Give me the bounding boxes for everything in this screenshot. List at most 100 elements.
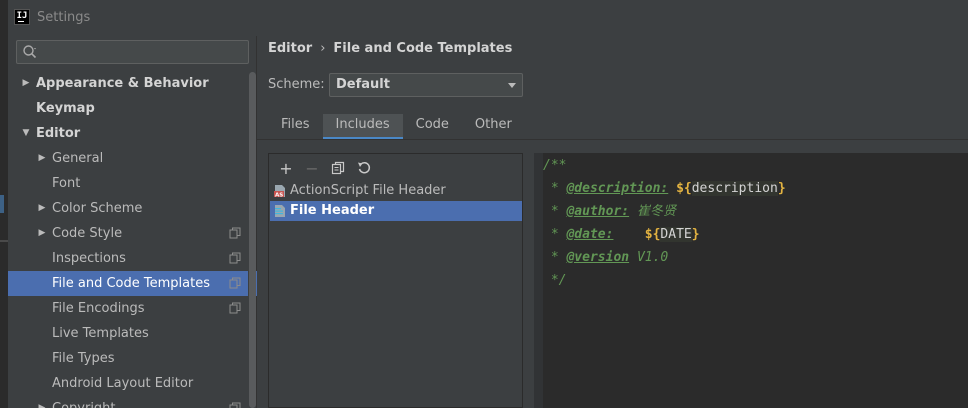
sidebar-item-inspections[interactable]: Inspections	[8, 246, 257, 271]
project-scope-icon	[229, 227, 241, 239]
svg-text:AS: AS	[275, 192, 283, 198]
title-bar: IJ Settings	[8, 0, 968, 36]
settings-tree: ▶ Appearance & Behavior Keymap ▼ Editor ▶ Gene…	[8, 71, 257, 408]
template-var-open: ${	[676, 181, 692, 196]
sidebar-item-label: File Encodings	[52, 301, 145, 316]
scheme-dropdown[interactable]: Default	[329, 73, 523, 97]
settings-search-box[interactable]	[16, 40, 249, 64]
remove-template-button[interactable]: −	[303, 159, 321, 178]
javadoc-tag: @date:	[566, 227, 614, 242]
tab-other[interactable]: Other	[462, 114, 525, 140]
sidebar-item-label: Keymap	[36, 101, 95, 116]
sidebar-item-color-scheme[interactable]: ▶ Color Scheme	[8, 196, 257, 221]
settings-window: IJ Settings ▶ Appearance & Behavior Keymap…	[8, 0, 968, 408]
copy-icon	[331, 161, 345, 175]
javadoc-tag: @version	[566, 250, 630, 265]
sidebar-item-label: Appearance & Behavior	[36, 76, 209, 91]
comment-text: */	[543, 273, 567, 288]
undo-icon	[358, 161, 371, 174]
tab-includes[interactable]: Includes	[322, 114, 403, 140]
project-scope-icon	[229, 277, 241, 289]
comment-text: /**	[543, 158, 567, 173]
comment-gap	[629, 250, 637, 265]
comment-gap	[629, 204, 637, 219]
sidebar-item-file-and-code-templates[interactable]: File and Code Templates	[8, 271, 257, 296]
sidebar-item-label: General	[52, 151, 104, 166]
chevron-right-icon[interactable]: ▶	[20, 71, 32, 96]
sidebar-item-label: File Types	[52, 351, 115, 366]
javadoc-tag: @author:	[566, 204, 630, 219]
chevron-right-icon[interactable]: ▶	[36, 396, 48, 408]
chevron-down-icon	[508, 83, 516, 88]
template-var-close: }	[691, 227, 700, 242]
copy-template-button[interactable]	[329, 159, 347, 177]
comment-gap	[613, 227, 644, 242]
sidebar-item-label: Android Layout Editor	[52, 376, 194, 391]
template-code-editor[interactable]: /** * @description: ${description} * @au…	[534, 153, 968, 408]
code-line: /**	[543, 154, 566, 177]
tag-value: 崔冬贤	[636, 204, 676, 219]
template-item-actionscript-file-header[interactable]: AS ActionScript File Header	[270, 181, 522, 201]
sidebar-item-appearance-behavior[interactable]: ▶ Appearance & Behavior	[8, 71, 257, 96]
template-list-panel: + − AS ActionScript File Header File Hea…	[268, 153, 523, 408]
sidebar-item-live-templates[interactable]: Live Templates	[8, 321, 257, 346]
sidebar-item-label: Code Style	[52, 226, 123, 241]
chevron-right-icon[interactable]: ▶	[36, 146, 48, 171]
chevron-right-icon[interactable]: ▶	[36, 221, 48, 246]
chevron-right-icon[interactable]: ▶	[36, 196, 48, 221]
chevron-down-icon[interactable]: ▼	[20, 121, 32, 146]
tab-code[interactable]: Code	[403, 114, 462, 140]
template-tabs: Files Includes Code Other	[268, 114, 525, 140]
sidebar-item-general[interactable]: ▶ General	[8, 146, 257, 171]
search-icon	[23, 45, 37, 59]
background-ide-strip	[0, 0, 8, 408]
settings-tree-panel: ▶ Appearance & Behavior Keymap ▼ Editor ▶ Gene…	[8, 36, 257, 408]
breadcrumb: Editor › File and Code Templates	[268, 41, 512, 56]
code-line: * @version V1.0	[543, 246, 668, 269]
sidebar-item-label: Color Scheme	[52, 201, 143, 216]
code-line: * @date: ${DATE}	[543, 223, 700, 246]
breadcrumb-current: File and Code Templates	[333, 41, 513, 56]
template-var-close: }	[777, 181, 786, 196]
project-scope-icon	[229, 252, 241, 264]
project-scope-icon	[229, 302, 241, 314]
add-template-button[interactable]: +	[277, 159, 295, 178]
sidebar-item-code-style[interactable]: ▶ Code Style	[8, 221, 257, 246]
breadcrumb-parent[interactable]: Editor	[268, 41, 312, 56]
sidebar-item-editor[interactable]: ▼ Editor	[8, 121, 257, 146]
sidebar-item-label: Inspections	[52, 251, 126, 266]
sidebar-item-label: File and Code Templates	[52, 276, 210, 291]
code-line: * @description: ${description}	[543, 177, 786, 200]
template-variable: description	[691, 181, 778, 196]
scheme-dropdown-value: Default	[336, 77, 390, 92]
sidebar-item-android-layout-editor[interactable]: Android Layout Editor	[8, 371, 257, 396]
tabs-divider	[257, 139, 968, 140]
sidebar-item-copyright[interactable]: ▶ Copyright	[8, 396, 257, 408]
comment-prefix: *	[543, 181, 567, 196]
settings-content-panel: Editor › File and Code Templates Scheme: D…	[257, 36, 968, 408]
tree-scrollbar-thumb[interactable]	[249, 72, 256, 408]
sidebar-item-font[interactable]: Font	[8, 171, 257, 196]
javadoc-tag: @description:	[566, 181, 669, 196]
actionscript-file-icon: AS	[274, 185, 285, 198]
intellij-app-icon: IJ	[14, 9, 30, 25]
template-item-file-header[interactable]: File Header	[270, 201, 522, 221]
tag-value: V1.0	[636, 250, 669, 265]
template-var-open: ${	[644, 227, 661, 242]
comment-gap	[668, 181, 676, 196]
sidebar-item-label: Font	[52, 176, 81, 191]
background-ide-divider	[0, 240, 8, 242]
code-line: * @author: 崔冬贤	[543, 200, 676, 223]
comment-prefix: *	[543, 227, 567, 242]
search-input[interactable]	[41, 43, 241, 61]
tab-files[interactable]: Files	[268, 114, 323, 140]
sidebar-item-file-encodings[interactable]: File Encodings	[8, 296, 257, 321]
template-item-label: File Header	[290, 203, 375, 218]
file-header-icon	[275, 205, 285, 217]
sidebar-item-keymap[interactable]: Keymap	[8, 96, 257, 121]
comment-prefix: *	[543, 250, 567, 265]
editor-gutter	[534, 153, 543, 408]
tree-scrollbar[interactable]	[248, 72, 256, 408]
reset-template-button[interactable]	[355, 159, 373, 177]
sidebar-item-file-types[interactable]: File Types	[8, 346, 257, 371]
